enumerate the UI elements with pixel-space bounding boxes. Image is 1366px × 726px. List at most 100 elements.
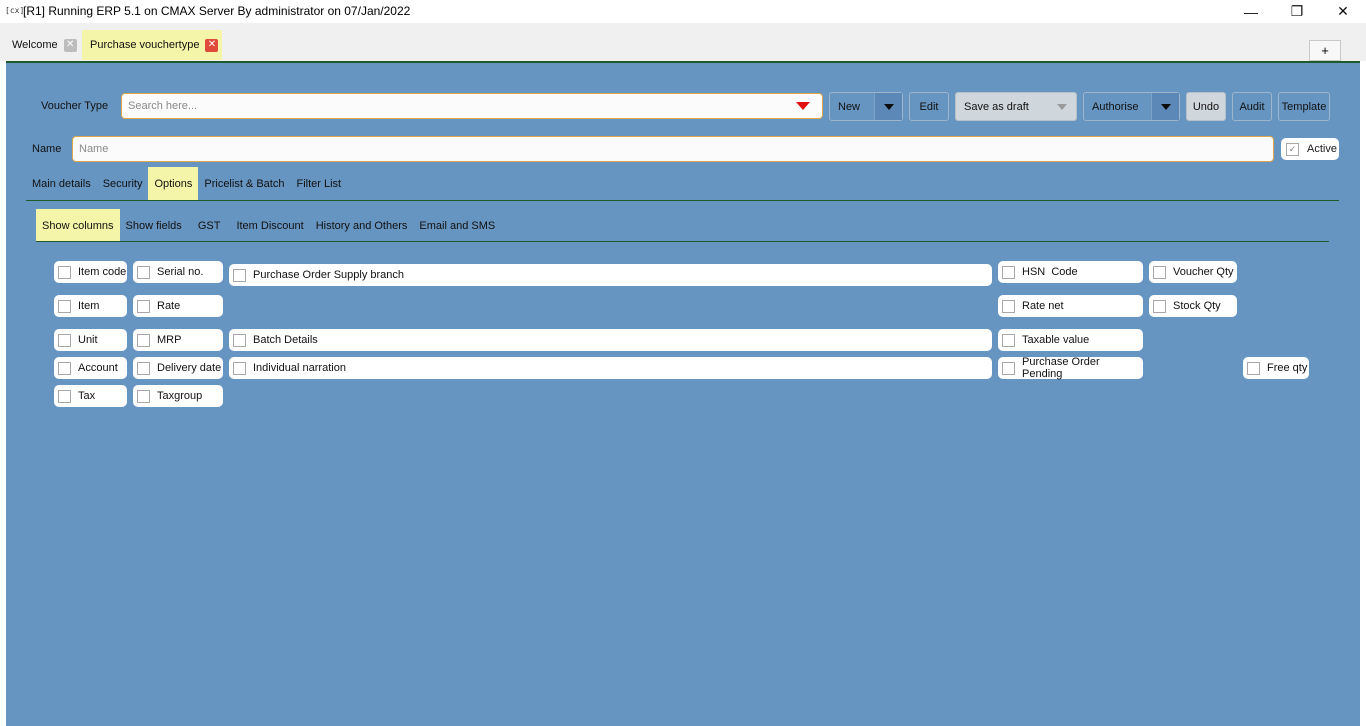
- voucher-type-search[interactable]: [121, 93, 823, 119]
- option-taxgroup[interactable]: Taxgroup: [133, 385, 223, 407]
- tab-main-details[interactable]: Main details: [26, 167, 97, 201]
- restore-button[interactable]: ❐: [1274, 0, 1320, 23]
- option-delivery-date[interactable]: Delivery date: [133, 357, 223, 379]
- checkbox-icon[interactable]: [233, 268, 246, 282]
- template-button[interactable]: Template: [1278, 92, 1330, 121]
- option-mrp[interactable]: MRP: [133, 329, 223, 351]
- checkbox-icon[interactable]: [58, 265, 71, 279]
- tab-item-discount[interactable]: Item Discount: [230, 209, 309, 242]
- option-item[interactable]: Item: [54, 295, 127, 317]
- checkbox-icon[interactable]: [1153, 265, 1166, 279]
- checkbox-icon[interactable]: [1153, 299, 1166, 313]
- checkbox-icon[interactable]: [58, 299, 71, 313]
- option-label: Individual narration: [253, 362, 346, 374]
- minimize-button[interactable]: —: [1228, 0, 1274, 23]
- option-label: Rate: [157, 300, 181, 312]
- option-item-code[interactable]: Item code: [54, 261, 127, 283]
- tab-email-and-sms[interactable]: Email and SMS: [413, 209, 501, 242]
- undo-button[interactable]: Undo: [1186, 92, 1226, 121]
- checkbox-icon[interactable]: [58, 333, 71, 347]
- option-hsn-code[interactable]: HSN Code: [998, 261, 1143, 283]
- option-account[interactable]: Account: [54, 357, 127, 379]
- tab-purchase-vouchertype-label: Purchase vouchertype: [90, 39, 200, 51]
- dropdown-arrow-icon[interactable]: [796, 102, 810, 110]
- close-icon[interactable]: ✕: [205, 38, 219, 52]
- option-unit[interactable]: Unit: [54, 329, 127, 351]
- checkbox-icon[interactable]: [137, 299, 150, 313]
- checkbox-icon[interactable]: [1002, 333, 1015, 347]
- checkbox-icon[interactable]: [137, 265, 150, 279]
- save-as-draft-button[interactable]: Save as draft: [955, 92, 1077, 121]
- main-tabs: Main details Security Options Pricelist …: [26, 167, 347, 201]
- checkbox-icon[interactable]: [233, 361, 246, 375]
- checkbox-icon[interactable]: [137, 361, 150, 375]
- option-tax[interactable]: Tax: [54, 385, 127, 407]
- new-button-label: New: [838, 100, 861, 113]
- option-po-supply-branch[interactable]: Purchase Order Supply branch: [229, 264, 992, 286]
- edit-button[interactable]: Edit: [909, 92, 949, 121]
- new-button[interactable]: New: [829, 92, 903, 121]
- checkbox-icon[interactable]: [1002, 299, 1015, 313]
- authorise-dropdown-toggle[interactable]: [1151, 93, 1179, 120]
- name-field[interactable]: [73, 137, 1263, 161]
- title-bar: [cx] [R1] Running ERP 5.1 on CMAX Server…: [0, 0, 1366, 23]
- option-rate-net[interactable]: Rate net: [998, 295, 1143, 317]
- option-label: Voucher Qty: [1173, 266, 1234, 278]
- checkbox-icon[interactable]: [1002, 265, 1015, 279]
- option-rate[interactable]: Rate: [133, 295, 223, 317]
- audit-button[interactable]: Audit: [1232, 92, 1272, 121]
- tab-options[interactable]: Options: [148, 167, 199, 201]
- option-individual-narration[interactable]: Individual narration: [229, 357, 992, 379]
- tab-purchase-vouchertype[interactable]: Purchase vouchertype ✕: [82, 30, 223, 60]
- checkbox-icon[interactable]: [58, 361, 71, 375]
- checkbox-icon[interactable]: [137, 333, 150, 347]
- document-tab-strip: Welcome ✕ Purchase vouchertype ✕ +: [0, 23, 1366, 61]
- tab-filter-list[interactable]: Filter List: [290, 167, 347, 201]
- close-window-button[interactable]: ✕: [1320, 0, 1366, 23]
- tab-history-and-others[interactable]: History and Others: [310, 209, 414, 242]
- tab-pricelist-batch[interactable]: Pricelist & Batch: [198, 167, 290, 201]
- checkmark-icon[interactable]: ✓: [1286, 142, 1299, 156]
- sub-tabs: Show columns Show fields GST Item Discou…: [36, 209, 501, 242]
- app-logo-icon: [cx]: [5, 6, 25, 15]
- option-label: Account: [78, 362, 118, 374]
- checkbox-icon[interactable]: [1247, 361, 1260, 375]
- option-label: Taxable value: [1022, 334, 1090, 346]
- new-tab-button[interactable]: +: [1309, 40, 1341, 61]
- close-icon[interactable]: ✕: [63, 38, 77, 52]
- tab-show-fields[interactable]: Show fields: [120, 209, 188, 242]
- option-label: HSN Code: [1022, 266, 1078, 278]
- name-label: Name: [32, 143, 62, 155]
- option-label: Stock Qty: [1173, 300, 1221, 312]
- tab-security[interactable]: Security: [97, 167, 149, 201]
- search-input[interactable]: [122, 94, 782, 118]
- option-po-pending[interactable]: Purchase Order Pending: [998, 356, 1143, 380]
- option-serial-no[interactable]: Serial no.: [133, 261, 223, 283]
- option-label: Serial no.: [157, 266, 204, 278]
- option-taxable-value[interactable]: Taxable value: [998, 329, 1143, 351]
- option-label: Purchase Order Supply branch: [253, 269, 405, 281]
- checkbox-icon[interactable]: [58, 389, 71, 403]
- tab-gst[interactable]: GST: [188, 209, 231, 242]
- option-label: Item: [78, 300, 100, 312]
- option-free-qty[interactable]: Free qty: [1243, 357, 1309, 379]
- save-draft-dropdown[interactable]: [1057, 103, 1067, 110]
- checkbox-icon[interactable]: [1002, 361, 1015, 375]
- name-field-wrapper[interactable]: [72, 136, 1274, 162]
- new-dropdown-toggle[interactable]: [874, 93, 902, 120]
- option-label: MRP: [157, 334, 182, 346]
- window-title: [R1] Running ERP 5.1 on CMAX Server By a…: [23, 4, 411, 18]
- active-toggle[interactable]: ✓ Active: [1281, 138, 1339, 160]
- option-stock-qty[interactable]: Stock Qty: [1149, 295, 1237, 317]
- option-voucher-qty[interactable]: Voucher Qty: [1149, 261, 1237, 283]
- checkbox-icon[interactable]: [137, 389, 150, 403]
- tab-welcome[interactable]: Welcome ✕: [4, 30, 81, 60]
- audit-label: Audit: [1239, 100, 1265, 113]
- checkbox-icon[interactable]: [233, 333, 246, 347]
- authorise-button[interactable]: Authorise: [1083, 92, 1180, 121]
- tab-show-columns[interactable]: Show columns: [36, 209, 120, 242]
- option-label: Batch Details: [253, 334, 318, 346]
- option-batch-details[interactable]: Batch Details: [229, 329, 992, 351]
- option-label: Purchase Order Pending: [1022, 356, 1100, 380]
- template-label: Template: [1281, 100, 1327, 113]
